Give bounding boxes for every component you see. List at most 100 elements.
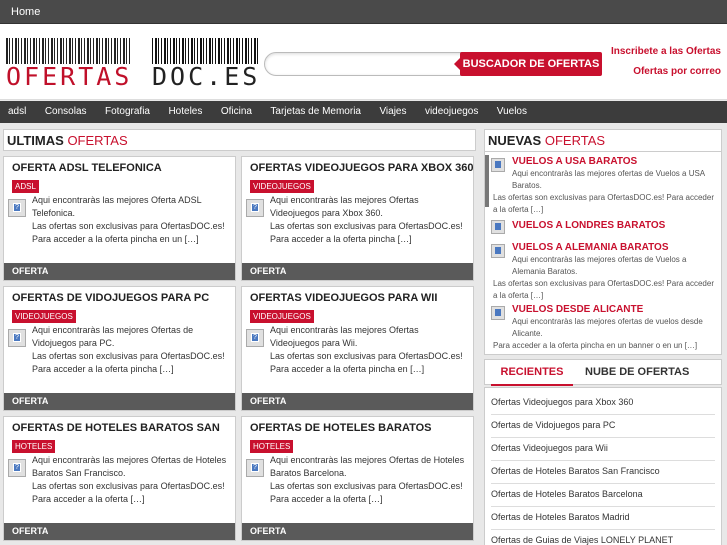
offer-card: OFERTA ADSL TELEFONICA ADSL ? Aqui encon… — [3, 156, 236, 281]
search-button[interactable]: BUSCADOR DE OFERTAS — [454, 52, 602, 76]
image-placeholder-icon — [491, 220, 505, 234]
offer-footer-link[interactable]: OFERTA — [242, 393, 473, 410]
new-offer-title[interactable]: VUELOS A LONDRES BARATOS — [493, 220, 719, 232]
offer-footer-link[interactable]: OFERTA — [242, 263, 473, 280]
excerpt-line2: Las ofertas son exclusivas para OfertasD… — [270, 351, 463, 374]
offer-title[interactable]: OFERTA ADSL TELEFONICA — [4, 157, 235, 176]
offer-excerpt: Aqui encontraràs las mejores Ofertas de … — [12, 454, 231, 506]
new-offer-text: Aqui encontraràs las mejores ofertas de … — [493, 254, 719, 302]
offer-excerpt: Aqui encontraràs las mejores Ofertas Vid… — [250, 324, 469, 376]
category-badge[interactable]: HOTELES — [250, 440, 294, 453]
nav-item-vuelos[interactable]: Vuelos — [497, 101, 527, 123]
new-offer-text-line2: Las ofertas son exclusivas para OfertasD… — [493, 193, 714, 214]
image-placeholder-icon — [491, 244, 505, 258]
offer-footer-link[interactable]: OFERTA — [4, 263, 235, 280]
offer-title[interactable]: OFERTAS VIDEOJUEGOS PARA XBOX 360 — [242, 157, 473, 176]
nav-item-consolas[interactable]: Consolas — [45, 101, 87, 123]
offer-excerpt: Aqui encontraràs las mejores Ofertas de … — [12, 324, 231, 376]
nav-item-viajes[interactable]: Viajes — [379, 101, 406, 123]
search-input[interactable] — [264, 52, 464, 76]
offer-title[interactable]: OFERTAS DE HOTELES BARATOS SAN — [4, 417, 235, 436]
tab-recientes[interactable]: RECIENTES — [491, 360, 573, 386]
heading-part2: OFERTAS — [67, 133, 128, 148]
home-link[interactable]: Home — [0, 0, 40, 24]
nav-item-fotografia[interactable]: Fotografia — [105, 101, 150, 123]
offer-excerpt: Aqui encontraràs las mejores Ofertas de … — [250, 454, 469, 506]
nav-item-tarjetas[interactable]: Tarjetas de Memoria — [270, 101, 361, 123]
excerpt-line1: Aqui encontraràs las mejores Ofertas de … — [270, 455, 465, 478]
recent-offer-link[interactable]: Ofertas Videojuegos para Wii — [491, 438, 715, 461]
nav-item-oficina[interactable]: Oficina — [221, 101, 252, 123]
new-offer-text: Aqui encontraràs las mejores ofertas de … — [493, 168, 719, 216]
new-offer-text-line2: Para acceder a la oferta pincha en un ba… — [493, 341, 698, 350]
list-item: VUELOS A ALEMANIA BARATOS Aqui encontrar… — [489, 242, 719, 302]
new-offer-text-line1: Aqui encontraràs las mejores ofertas de … — [512, 317, 703, 338]
email-offers-link[interactable]: Ofertas por correo — [611, 62, 721, 82]
list-item: VUELOS A USA BARATOS Aqui encontraràs la… — [489, 156, 719, 216]
new-offers-list: VUELOS A USA BARATOS Aqui encontraràs la… — [489, 154, 719, 352]
new-offer-title[interactable]: VUELOS A USA BARATOS — [493, 156, 719, 168]
offer-footer-link[interactable]: OFERTA — [4, 393, 235, 410]
list-item: VUELOS A LONDRES BARATOS — [489, 220, 719, 234]
category-badge[interactable]: HOTELES — [12, 440, 56, 453]
logo-text-doc: DOC.ES — [152, 62, 261, 91]
offer-title[interactable]: OFERTAS DE HOTELES BARATOS — [242, 417, 473, 436]
offer-card: OFERTAS DE VIDOJUEGOS PARA PC VIDEOJUEGO… — [3, 286, 236, 411]
section-heading: ULTIMAS OFERTAS — [3, 129, 476, 151]
new-offer-text-line1: Aqui encontraràs las mejores ofertas de … — [512, 255, 687, 276]
nav-item-adsl[interactable]: adsl — [8, 101, 26, 123]
recent-offers-list: Ofertas Videojuegos para Xbox 360 Oferta… — [484, 387, 722, 545]
offer-footer-link[interactable]: OFERTA — [242, 523, 473, 540]
offer-excerpt: Aqui encontraràs las mejores Oferta ADSL… — [12, 194, 231, 246]
category-badge[interactable]: VIDEOJUEGOS — [250, 310, 314, 323]
excerpt-line2: Las ofertas son exclusivas para OfertasD… — [32, 221, 225, 244]
new-offers-box: NUEVAS OFERTAS VUELOS A USA BARATOS Aqui… — [484, 129, 722, 355]
image-placeholder-icon — [491, 306, 505, 320]
recent-offer-link[interactable]: Ofertas Videojuegos para Xbox 360 — [491, 392, 715, 415]
nav-item-videojuegos[interactable]: videojuegos — [425, 101, 478, 123]
recent-offer-link[interactable]: Ofertas de Hoteles Baratos Barcelona — [491, 484, 715, 507]
heading-part1: NUEVAS — [488, 133, 542, 148]
new-offer-text: Aqui encontraràs las mejores ofertas de … — [493, 316, 719, 352]
excerpt-line1: Aqui encontraràs las mejores Ofertas de … — [32, 455, 227, 478]
recent-offer-link[interactable]: Ofertas de Guias de Viajes LONELY PLANET — [491, 530, 715, 545]
main-nav: adsl Consolas Fotografia Hoteles Oficina… — [0, 101, 727, 123]
excerpt-line1: Aqui encontraràs las mejores Ofertas de … — [32, 325, 194, 348]
barcode-graphic — [6, 38, 131, 64]
offer-footer-link[interactable]: OFERTA — [4, 523, 235, 540]
excerpt-line1: Aqui encontraràs las mejores Oferta ADSL… — [32, 195, 202, 218]
top-bar: Home — [0, 0, 727, 24]
heading-part2: OFERTAS — [544, 133, 606, 148]
new-offer-text-line2: Las ofertas son exclusivas para OfertasD… — [493, 279, 714, 300]
category-badge[interactable]: VIDEOJUEGOS — [12, 310, 76, 323]
offer-excerpt: Aqui encontraràs las mejores Ofertas Vid… — [250, 194, 469, 246]
recent-offer-link[interactable]: Ofertas de Hoteles Baratos San Francisco — [491, 461, 715, 484]
recent-offer-link[interactable]: Ofertas de Hoteles Baratos Madrid — [491, 507, 715, 530]
recent-offer-link[interactable]: Ofertas de Vidojuegos para PC — [491, 415, 715, 438]
nav-item-hoteles[interactable]: Hoteles — [168, 101, 202, 123]
offer-card: OFERTAS VIDEOJUEGOS PARA XBOX 360 VIDEOJ… — [241, 156, 474, 281]
new-offer-title[interactable]: VUELOS A ALEMANIA BARATOS — [493, 242, 719, 254]
barcode-graphic — [152, 38, 258, 64]
header-links: Inscribete a las Ofertas Ofertas por cor… — [611, 42, 721, 82]
sidebar-tabs: RECIENTES NUBE DE OFERTAS — [484, 359, 722, 386]
tab-nube-de-ofertas[interactable]: NUBE DE OFERTAS — [585, 360, 689, 386]
offer-card: OFERTAS DE HOTELES BARATOS HOTELES ? Aqu… — [241, 416, 474, 541]
sidebar: NUEVAS OFERTAS VUELOS A USA BARATOS Aqui… — [484, 129, 722, 545]
category-badge[interactable]: ADSL — [12, 180, 39, 193]
site-logo[interactable]: OFERTAS DOC.ES — [6, 38, 261, 91]
image-placeholder-icon — [491, 158, 505, 172]
offer-title[interactable]: OFERTAS VIDEOJUEGOS PARA WII — [242, 287, 473, 306]
offer-title[interactable]: OFERTAS DE VIDOJUEGOS PARA PC — [4, 287, 235, 306]
latest-offers-section: ULTIMAS OFERTAS OFERTA ADSL TELEFONICA A… — [3, 129, 476, 545]
excerpt-line2: Las ofertas son exclusivas para OfertasD… — [270, 481, 463, 504]
offer-card: OFERTAS DE HOTELES BARATOS SAN HOTELES ?… — [3, 416, 236, 541]
subscribe-link[interactable]: Inscribete a las Ofertas — [611, 42, 721, 62]
new-offer-text-line1: Aqui encontraràs las mejores ofertas de … — [512, 169, 705, 190]
logo-text-ofertas: OFERTAS — [6, 62, 133, 91]
offer-card: OFERTAS VIDEOJUEGOS PARA WII VIDEOJUEGOS… — [241, 286, 474, 411]
excerpt-line1: Aqui encontraràs las mejores Ofertas Vid… — [270, 325, 419, 348]
category-badge[interactable]: VIDEOJUEGOS — [250, 180, 314, 193]
new-offer-title[interactable]: VUELOS DESDE ALICANTE — [493, 304, 719, 316]
section-heading: NUEVAS OFERTAS — [485, 130, 721, 152]
